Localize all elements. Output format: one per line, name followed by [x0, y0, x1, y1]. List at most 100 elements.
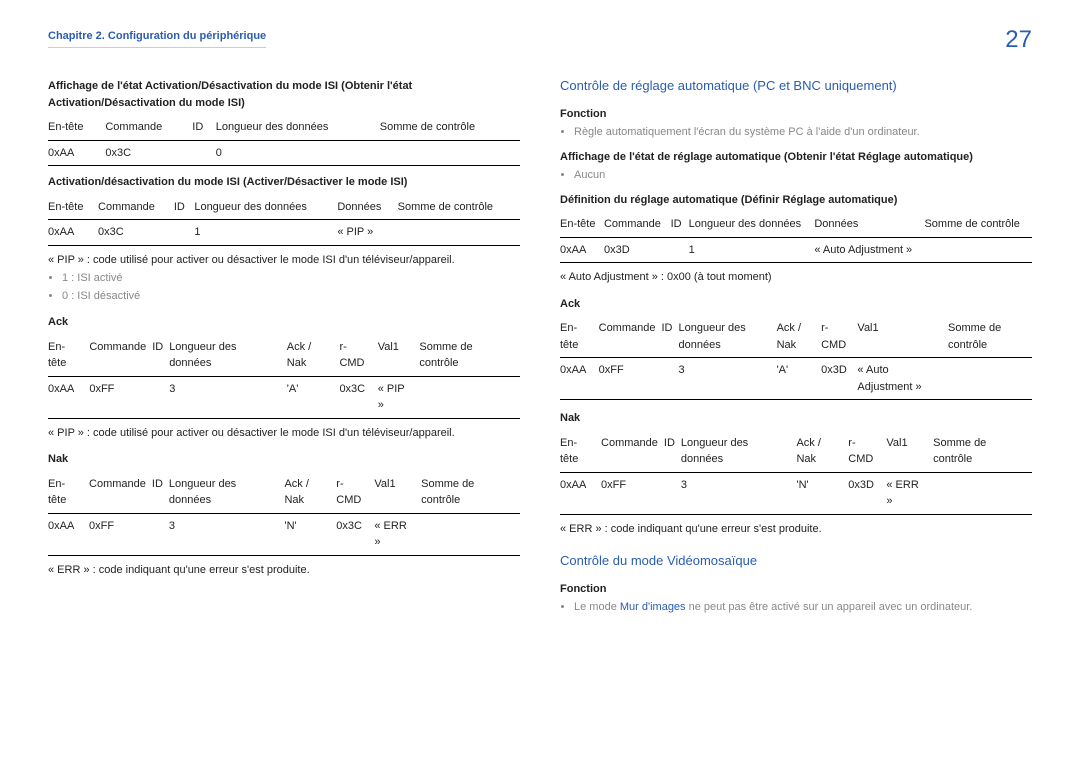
td: 0xAA [48, 140, 105, 166]
left-section1-title: Affichage de l'état Activation/Désactiva… [48, 78, 520, 111]
td: « PIP » [378, 376, 420, 418]
right-ack-label: Ack [560, 296, 1032, 313]
th: Val1 [857, 316, 948, 358]
th: r-CMD [821, 316, 857, 358]
td: 0x3C [98, 220, 174, 246]
th: ID [152, 472, 169, 514]
th: ID [174, 195, 195, 220]
td: 3 [169, 376, 287, 418]
td: 1 [689, 237, 815, 263]
th: ID [664, 431, 681, 473]
left-table1: En-tête Commande ID Longueur des données… [48, 115, 520, 166]
td: « Auto Adjustment » [814, 237, 924, 263]
th: En-tête [48, 472, 89, 514]
th: Longueur des données [169, 472, 285, 514]
td: 0xAA [560, 358, 599, 400]
th: Commande [601, 431, 664, 473]
list-item: Le mode Mur d'images ne peut pas être ac… [574, 599, 1032, 616]
left-pip-note2: « PIP » : code utilisé pour activer ou d… [48, 425, 520, 442]
th: En-tête [48, 195, 98, 220]
left-pip-bullets: 1 : ISI activé 0 : ISI désactivé [48, 270, 520, 304]
th: Commande [105, 115, 192, 140]
left-table-ack: En-tête Commande ID Longueur des données… [48, 335, 520, 419]
td: « ERR » [886, 472, 933, 514]
td [948, 358, 1032, 400]
th: ID [192, 115, 216, 140]
td: 0xAA [560, 472, 601, 514]
td: « ERR » [374, 513, 421, 555]
th: Somme de contrôle [419, 335, 520, 377]
mur-images-link[interactable]: Mur d'images [620, 601, 686, 613]
td: 0xFF [599, 358, 662, 400]
th: Ack / Nak [796, 431, 848, 473]
list-item: Aucun [574, 167, 1032, 184]
td: 0 [216, 140, 380, 166]
list-item: Règle automatiquement l'écran du système… [574, 124, 1032, 141]
th: Commande [89, 335, 152, 377]
th: ID [671, 212, 689, 237]
left-table2: En-tête Commande ID Longueur des données… [48, 195, 520, 246]
right-sub1: Affichage de l'état de réglage automatiq… [560, 149, 1032, 166]
th: En-tête [48, 335, 89, 377]
td: 0x3C [105, 140, 192, 166]
th: r-CMD [848, 431, 886, 473]
left-err-note: « ERR » : code indiquant qu'une erreur s… [48, 562, 520, 579]
right-auto-note: « Auto Adjustment » : 0x00 (à tout momen… [560, 269, 1032, 286]
td: 0xFF [89, 376, 152, 418]
th: Somme de contrôle [380, 115, 520, 140]
right-fonction2-label: Fonction [560, 581, 1032, 598]
th: Ack / Nak [284, 472, 336, 514]
left-pip-note: « PIP » : code utilisé pour activer ou d… [48, 252, 520, 269]
right-blue-title1: Contrôle de réglage automatique (PC et B… [560, 76, 1032, 96]
th: Val1 [886, 431, 933, 473]
td: « Auto Adjustment » [857, 358, 948, 400]
page-number: 27 [1005, 28, 1032, 52]
th: Val1 [378, 335, 420, 377]
th: Longueur des données [216, 115, 380, 140]
right-column: Contrôle de réglage automatique (PC et B… [560, 70, 1032, 618]
td [192, 140, 216, 166]
th: Commande [89, 472, 152, 514]
left-table-nak: En-tête Commande ID Longueur des données… [48, 472, 520, 556]
th: Ack / Nak [287, 335, 340, 377]
left-ack-label: Ack [48, 314, 520, 331]
th: Commande [98, 195, 174, 220]
right-fonction-bullets: Règle automatiquement l'écran du système… [560, 124, 1032, 141]
right-err-note: « ERR » : code indiquant qu'une erreur s… [560, 521, 1032, 538]
td: 0x3C [339, 376, 377, 418]
td [152, 376, 169, 418]
th: Longueur des données [689, 212, 815, 237]
th: ID [152, 335, 169, 377]
th: Longueur des données [681, 431, 797, 473]
td [671, 237, 689, 263]
right-nak-label: Nak [560, 410, 1032, 427]
left-nak-label: Nak [48, 451, 520, 468]
td: 3 [681, 472, 797, 514]
td: 'A' [287, 376, 340, 418]
th: r-CMD [339, 335, 377, 377]
td [152, 513, 169, 555]
td: 0xFF [601, 472, 664, 514]
td [174, 220, 195, 246]
th: Somme de contrôle [398, 195, 520, 220]
td: 3 [678, 358, 776, 400]
th: Données [337, 195, 397, 220]
right-blue-title2: Contrôle du mode Vidéomosaïque [560, 551, 1032, 571]
td [421, 513, 520, 555]
th: Ack / Nak [777, 316, 822, 358]
th: Commande [604, 212, 671, 237]
td: 0x3D [848, 472, 886, 514]
td [380, 140, 520, 166]
td [419, 376, 520, 418]
th: Longueur des données [169, 335, 287, 377]
text-prefix: Le mode [574, 601, 620, 613]
right-sub1-bullets: Aucun [560, 167, 1032, 184]
chapter-label: Chapitre 2. Configuration du périphériqu… [48, 28, 266, 48]
td: 'N' [796, 472, 848, 514]
th: r-CMD [336, 472, 374, 514]
td: 0x3C [336, 513, 374, 555]
td: 0x3D [604, 237, 671, 263]
th: Données [814, 212, 924, 237]
td [933, 472, 1032, 514]
th: Val1 [374, 472, 421, 514]
